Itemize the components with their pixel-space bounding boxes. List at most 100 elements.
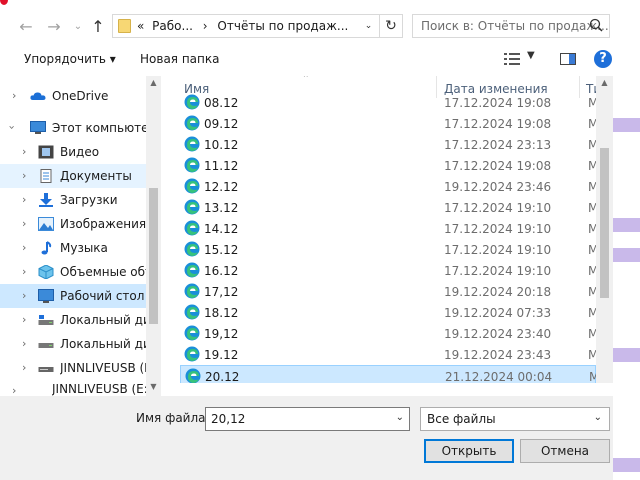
file-row[interactable]: 09.1217.12.2024 19:08Micr bbox=[180, 113, 613, 134]
collapse-chevron-icon[interactable]: › bbox=[6, 125, 19, 129]
nav-item-local-disk-d[interactable]: › Локальный дис bbox=[0, 332, 154, 356]
view-options-icon[interactable] bbox=[504, 52, 520, 66]
expand-chevron-icon[interactable]: › bbox=[22, 265, 26, 278]
file-name: 20.12 bbox=[205, 370, 240, 383]
file-list-scrollbar[interactable]: ▲ bbox=[596, 76, 613, 383]
filetype-select[interactable]: Все файлы ⌄ bbox=[420, 407, 610, 431]
help-icon[interactable]: ? bbox=[594, 50, 612, 68]
forward-arrow-icon[interactable]: → bbox=[44, 17, 64, 37]
refresh-icon[interactable]: ↻ bbox=[379, 14, 403, 38]
path-prefix[interactable]: « bbox=[137, 19, 144, 33]
nav-label: Документы bbox=[60, 169, 132, 183]
file-date: 21.12.2024 00:04 bbox=[445, 370, 553, 383]
edge-html-file-icon bbox=[184, 220, 200, 236]
file-row[interactable]: 19,1219.12.2024 23:40Micr bbox=[180, 323, 613, 344]
up-arrow-icon[interactable]: ↑ bbox=[88, 17, 108, 37]
file-row[interactable]: 14.1217.12.2024 19:10Micr bbox=[180, 218, 613, 239]
file-name: 17,12 bbox=[204, 285, 239, 299]
file-date: 17.12.2024 19:08 bbox=[444, 117, 552, 131]
nav-item-downloads[interactable]: › Загрузки bbox=[0, 188, 146, 212]
expand-chevron-icon[interactable]: › bbox=[12, 384, 16, 396]
music-icon bbox=[41, 241, 52, 255]
scroll-up-icon[interactable]: ▲ bbox=[146, 76, 161, 90]
nav-item-usb-drive-root[interactable]: › JINNLIVEUSB (E:) bbox=[0, 384, 146, 396]
file-row[interactable]: 12.1219.12.2024 23:46Micr bbox=[180, 176, 613, 197]
expand-chevron-icon[interactable]: › bbox=[22, 145, 26, 158]
address-bar[interactable]: « Рабо... › Отчёты по продаж... bbox=[112, 14, 380, 38]
address-path: « Рабо... › Отчёты по продаж... bbox=[137, 19, 348, 33]
navigation-pane: › OneDrive › Этот компьютер › Видео › До… bbox=[0, 76, 161, 396]
file-row[interactable]: 18.1219.12.2024 07:33Micr bbox=[180, 302, 613, 323]
expand-chevron-icon[interactable]: › bbox=[22, 217, 26, 230]
new-folder-button[interactable]: Новая папка bbox=[140, 52, 219, 66]
back-arrow-icon[interactable]: ← bbox=[16, 17, 36, 37]
view-dropdown-icon[interactable]: ▼ bbox=[527, 50, 535, 61]
recent-locations-chevron-icon[interactable]: ⌄ bbox=[68, 17, 88, 37]
path-separator-icon[interactable]: › bbox=[203, 19, 208, 33]
expand-chevron-icon[interactable]: › bbox=[22, 337, 26, 350]
file-date: 17.12.2024 19:10 bbox=[444, 243, 552, 257]
file-name: 13.12 bbox=[204, 201, 239, 215]
cancel-button[interactable]: Отмена bbox=[520, 439, 610, 463]
organize-button[interactable]: Упорядочить ▾ bbox=[24, 52, 116, 66]
expand-chevron-icon[interactable]: › bbox=[22, 241, 26, 254]
expand-chevron-icon[interactable]: › bbox=[22, 193, 26, 206]
path-segment-desktop[interactable]: Рабо... bbox=[152, 19, 193, 33]
file-row[interactable]: 08.1217.12.2024 19:08Micr bbox=[180, 92, 613, 113]
expand-chevron-icon[interactable]: › bbox=[22, 313, 26, 326]
search-placeholder: Поиск в: Отчёты по продаж... bbox=[421, 19, 609, 33]
nav-item-this-pc[interactable]: › Этот компьютер bbox=[0, 116, 146, 140]
file-row[interactable]: 11.1217.12.2024 19:08Micr bbox=[180, 155, 613, 176]
nav-item-desktop[interactable]: › Рабочий стол bbox=[0, 284, 146, 308]
edge-html-file-icon bbox=[184, 178, 200, 194]
nav-item-onedrive[interactable]: › OneDrive bbox=[0, 84, 146, 108]
dialog-footer: Имя файла: 20,12 ⌄ Все файлы ⌄ Открыть О… bbox=[0, 397, 613, 480]
expand-chevron-icon[interactable]: › bbox=[12, 89, 16, 102]
scroll-down-icon[interactable]: ▼ bbox=[146, 380, 161, 394]
path-segment-folder[interactable]: Отчёты по продаж... bbox=[217, 19, 348, 33]
expand-chevron-icon[interactable]: › bbox=[22, 289, 26, 302]
nav-item-pictures[interactable]: › Изображения bbox=[0, 212, 146, 236]
background-stripe bbox=[613, 348, 640, 362]
edge-html-file-icon bbox=[184, 241, 200, 257]
file-row[interactable]: 10.1217.12.2024 23:13Micr bbox=[180, 134, 613, 155]
edge-html-file-icon bbox=[184, 346, 200, 362]
file-row[interactable]: 20.1221.12.2024 00:04Micr bbox=[180, 365, 613, 383]
file-row[interactable]: 19.1219.12.2024 23:43Micr bbox=[180, 344, 613, 365]
nav-item-music[interactable]: › Музыка bbox=[0, 236, 146, 260]
file-row[interactable]: 13.1217.12.2024 19:10Micr bbox=[180, 197, 613, 218]
nav-item-local-disk-c[interactable]: › Локальный дис bbox=[0, 308, 154, 332]
preview-pane-icon[interactable] bbox=[560, 53, 576, 65]
nav-item-3d-objects[interactable]: › Объемные объ bbox=[0, 260, 154, 284]
file-name: 15.12 bbox=[204, 243, 239, 257]
edge-html-file-icon bbox=[185, 368, 201, 383]
nav-item-documents[interactable]: › Документы bbox=[0, 164, 146, 188]
nav-label: Видео bbox=[60, 145, 100, 159]
edge-html-file-icon bbox=[184, 115, 200, 131]
expand-chevron-icon[interactable]: › bbox=[22, 361, 26, 374]
search-input[interactable]: Поиск в: Отчёты по продаж... bbox=[412, 14, 610, 38]
open-button[interactable]: Открыть bbox=[424, 439, 514, 463]
nav-label: JINNLIVEUSB (E:) bbox=[52, 384, 146, 396]
file-date: 17.12.2024 23:13 bbox=[444, 138, 552, 152]
file-row[interactable]: 17,1219.12.2024 20:18Micr bbox=[180, 281, 613, 302]
dropdown-history-icon[interactable]: ⌄ bbox=[358, 14, 380, 38]
file-name: 19,12 bbox=[204, 327, 239, 341]
nav-label: Музыка bbox=[60, 241, 108, 255]
file-name: 10.12 bbox=[204, 138, 239, 152]
file-row[interactable]: 15.1217.12.2024 19:10Micr bbox=[180, 239, 613, 260]
desktop-icon bbox=[38, 289, 54, 303]
scroll-up-icon[interactable]: ▲ bbox=[596, 76, 613, 90]
filename-dropdown-icon[interactable]: ⌄ bbox=[396, 412, 404, 423]
cloud-icon bbox=[30, 92, 46, 100]
filename-input[interactable]: 20,12 ⌄ bbox=[205, 407, 410, 431]
scrollbar-thumb[interactable] bbox=[600, 148, 609, 298]
filetype-dropdown-icon[interactable]: ⌄ bbox=[594, 412, 602, 423]
file-row[interactable]: 16.1217.12.2024 19:10Micr bbox=[180, 260, 613, 281]
navigation-scrollbar[interactable]: ▲ ▼ bbox=[146, 76, 161, 396]
scrollbar-thumb[interactable] bbox=[149, 188, 158, 324]
file-list: ⌃ Имя Дата изменения Тип 08.1217.12.2024… bbox=[176, 76, 613, 383]
expand-chevron-icon[interactable]: › bbox=[22, 169, 26, 182]
nav-item-usb-drive[interactable]: › JINNLIVEUSB (E:) bbox=[0, 356, 154, 380]
nav-item-video[interactable]: › Видео bbox=[0, 140, 146, 164]
